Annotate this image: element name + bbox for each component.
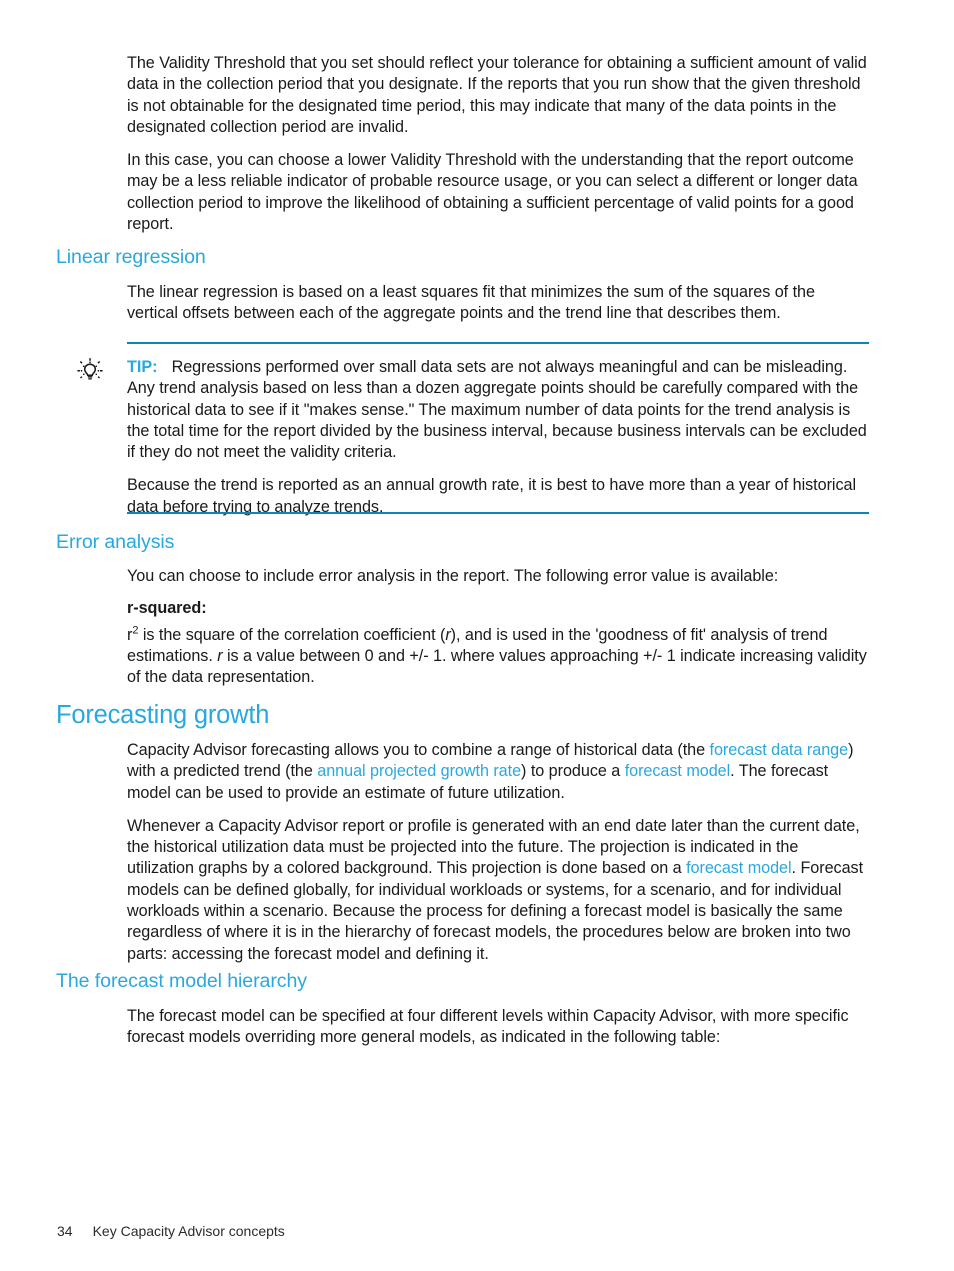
definition-text-3: is a value between 0 and +/- 1. where va… [127, 646, 867, 687]
document-page: The Validity Threshold that you set shou… [0, 0, 954, 1271]
forecast-model-hierarchy-paragraph: The forecast model can be specified at f… [127, 1007, 849, 1047]
error-analysis-paragraph: You can choose to include error analysis… [127, 567, 779, 585]
linear-regression-title: Linear regression [56, 246, 206, 268]
link-forecast-model-1[interactable]: forecast model [625, 762, 731, 780]
intro-section: The Validity Threshold that you set shou… [127, 53, 869, 235]
lightbulb-icon [76, 357, 104, 385]
error-analysis-definition: r2 is the square of the correlation coef… [127, 625, 869, 689]
error-analysis-title: Error analysis [56, 531, 175, 553]
forecast-model-hierarchy-title: The forecast model hierarchy [56, 970, 307, 992]
forecasting-growth-body: Capacity Advisor forecasting allows you … [127, 740, 869, 965]
intro-paragraph-2: In this case, you can choose a lower Val… [127, 151, 858, 234]
page-footer: 34 Key Capacity Advisor concepts [57, 1222, 285, 1240]
fg1-text-1: Capacity Advisor forecasting allows you … [127, 741, 710, 759]
definition-text-1: is the square of the correlation coeffic… [138, 625, 446, 644]
tip-rule-top [127, 342, 869, 344]
forecast-model-hierarchy-body: The forecast model can be specified at f… [127, 1006, 869, 1049]
footer-page-number: 34 [57, 1223, 73, 1239]
link-forecast-model-2[interactable]: forecast model [686, 859, 792, 877]
r-squared-term: r-squared: [127, 599, 207, 618]
heading-forecast-model-hierarchy: The forecast model hierarchy [56, 969, 876, 993]
intro-paragraph-1: The Validity Threshold that you set shou… [127, 54, 867, 136]
error-analysis-term: r-squared: [127, 598, 869, 619]
forecasting-growth-title: Forecasting growth [56, 701, 270, 729]
forecasting-paragraph-2: Whenever a Capacity Advisor report or pr… [127, 816, 869, 965]
heading-forecasting-growth: Forecasting growth [56, 700, 876, 730]
linear-regression-paragraph: The linear regression is based on a leas… [127, 283, 815, 323]
heading-linear-regression: Linear regression [56, 245, 876, 269]
tip-label: TIP: [127, 358, 158, 376]
tip-rule-bottom [127, 512, 869, 514]
error-analysis-body: You can choose to include error analysis… [127, 566, 869, 688]
link-annual-projected-growth-rate[interactable]: annual projected growth rate [317, 762, 521, 780]
link-forecast-data-range[interactable]: forecast data range [710, 741, 849, 759]
linear-regression-body: The linear regression is based on a leas… [127, 282, 869, 325]
heading-error-analysis: Error analysis [56, 530, 876, 554]
tip-paragraph-1: TIP: Regressions performed over small dat… [127, 357, 869, 463]
forecasting-paragraph-1: Capacity Advisor forecasting allows you … [127, 740, 869, 804]
footer-chapter-title: Key Capacity Advisor concepts [92, 1223, 285, 1239]
tip-text-1: Regressions performed over small data se… [127, 358, 867, 462]
fg1-text-3: ) to produce a [521, 762, 625, 781]
tip-block: TIP: Regressions performed over small dat… [127, 357, 869, 518]
